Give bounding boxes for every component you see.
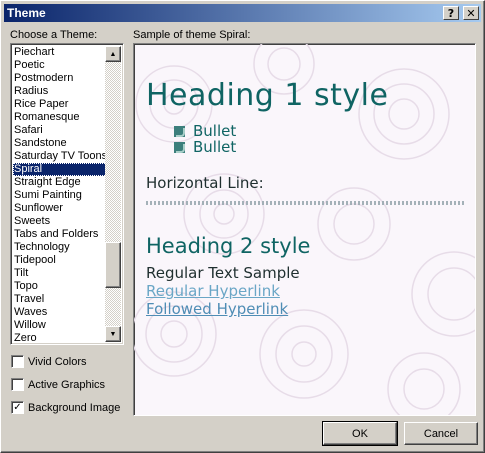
theme-list-item[interactable]: Sandstone [13, 137, 107, 150]
bullet-icon [174, 125, 185, 137]
vivid-colors-box[interactable] [11, 355, 24, 368]
theme-list-item[interactable]: Travel [13, 293, 107, 306]
close-button[interactable]: ✕ [463, 6, 479, 20]
vivid-colors-label: Vivid Colors [28, 355, 87, 368]
checkmark-icon: ✓ [13, 401, 22, 413]
followed-hyperlink[interactable]: Followed Hyperlink [146, 300, 288, 318]
theme-list-item[interactable]: Willow [13, 319, 107, 332]
theme-list-item[interactable]: Radius [13, 85, 107, 98]
theme-list-item[interactable]: Waves [13, 306, 107, 319]
theme-dialog: Theme ? ✕ Choose a Theme: Sample of them… [0, 0, 485, 453]
theme-list: Piechart Poetic Postmodern Radius Rice Paper… [13, 46, 107, 344]
regular-text-sample: Regular Text Sample [146, 264, 300, 282]
scroll-down-button[interactable]: ▼ [105, 326, 121, 342]
theme-list-item[interactable]: Poetic [13, 59, 107, 72]
cancel-button[interactable]: Cancel [404, 422, 478, 445]
theme-preview: Heading 1 style Bullet Bullet Horizontal… [133, 43, 476, 416]
theme-list-item[interactable]: Sunflower [13, 202, 107, 215]
scroll-thumb[interactable] [105, 242, 121, 288]
arrow-up-icon: ▲ [109, 50, 117, 58]
theme-list-item[interactable]: Sumi Painting [13, 189, 107, 202]
theme-list-item[interactable]: Romanesque [13, 111, 107, 124]
theme-listbox[interactable]: Piechart Poetic Postmodern Radius Rice Paper… [10, 43, 124, 345]
theme-list-item[interactable]: Technology [13, 241, 107, 254]
background-image-box[interactable]: ✓ [11, 401, 24, 414]
heading1-sample: Heading 1 style [146, 78, 389, 113]
horizontal-line-label: Horizontal Line: [146, 174, 264, 192]
help-button[interactable]: ? [443, 6, 459, 20]
theme-list-item[interactable]: Safari [13, 124, 107, 137]
theme-list-item[interactable]: Sweets [13, 215, 107, 228]
bullet-icon [174, 141, 185, 153]
window-title: Theme [7, 6, 46, 20]
bullet-item: Bullet [174, 138, 236, 156]
active-graphics-box[interactable] [11, 378, 24, 391]
scroll-up-button[interactable]: ▲ [105, 46, 121, 62]
active-graphics-checkbox[interactable]: Active Graphics [11, 378, 105, 391]
heading2-sample: Heading 2 style [146, 234, 311, 258]
background-image-label: Background Image [28, 401, 121, 414]
theme-list-item[interactable]: Tilt [13, 267, 107, 280]
sample-label: Sample of theme Spiral: [133, 29, 251, 41]
vertical-scrollbar[interactable]: ▲ ▼ [105, 46, 121, 342]
theme-list-item[interactable]: Postmodern [13, 72, 107, 85]
theme-list-item[interactable]: Zero [13, 332, 107, 344]
ok-button[interactable]: OK [322, 421, 398, 446]
title-bar[interactable]: Theme ? ✕ [4, 4, 481, 22]
help-icon: ? [447, 6, 455, 20]
background-image-checkbox[interactable]: ✓ Background Image [11, 401, 120, 414]
horizontal-line [146, 201, 464, 205]
vivid-colors-checkbox[interactable]: Vivid Colors [11, 355, 87, 368]
theme-list-item[interactable]: Saturday TV Toons [13, 150, 107, 163]
regular-hyperlink[interactable]: Regular Hyperlink [146, 282, 280, 300]
theme-list-item[interactable]: Spiral [13, 163, 107, 176]
theme-list-item[interactable]: Tabs and Folders [13, 228, 107, 241]
theme-list-item[interactable]: Rice Paper [13, 98, 107, 111]
theme-list-item[interactable]: Straight Edge [13, 176, 107, 189]
theme-list-item[interactable]: Tidepool [13, 254, 107, 267]
bullet-text: Bullet [193, 138, 237, 156]
active-graphics-label: Active Graphics [28, 378, 106, 391]
arrow-down-icon: ▼ [109, 330, 117, 338]
choose-theme-label: Choose a Theme: [10, 29, 98, 41]
close-icon: ✕ [466, 6, 476, 20]
theme-list-item[interactable]: Piechart [13, 46, 107, 59]
theme-list-item[interactable]: Topo [13, 280, 107, 293]
